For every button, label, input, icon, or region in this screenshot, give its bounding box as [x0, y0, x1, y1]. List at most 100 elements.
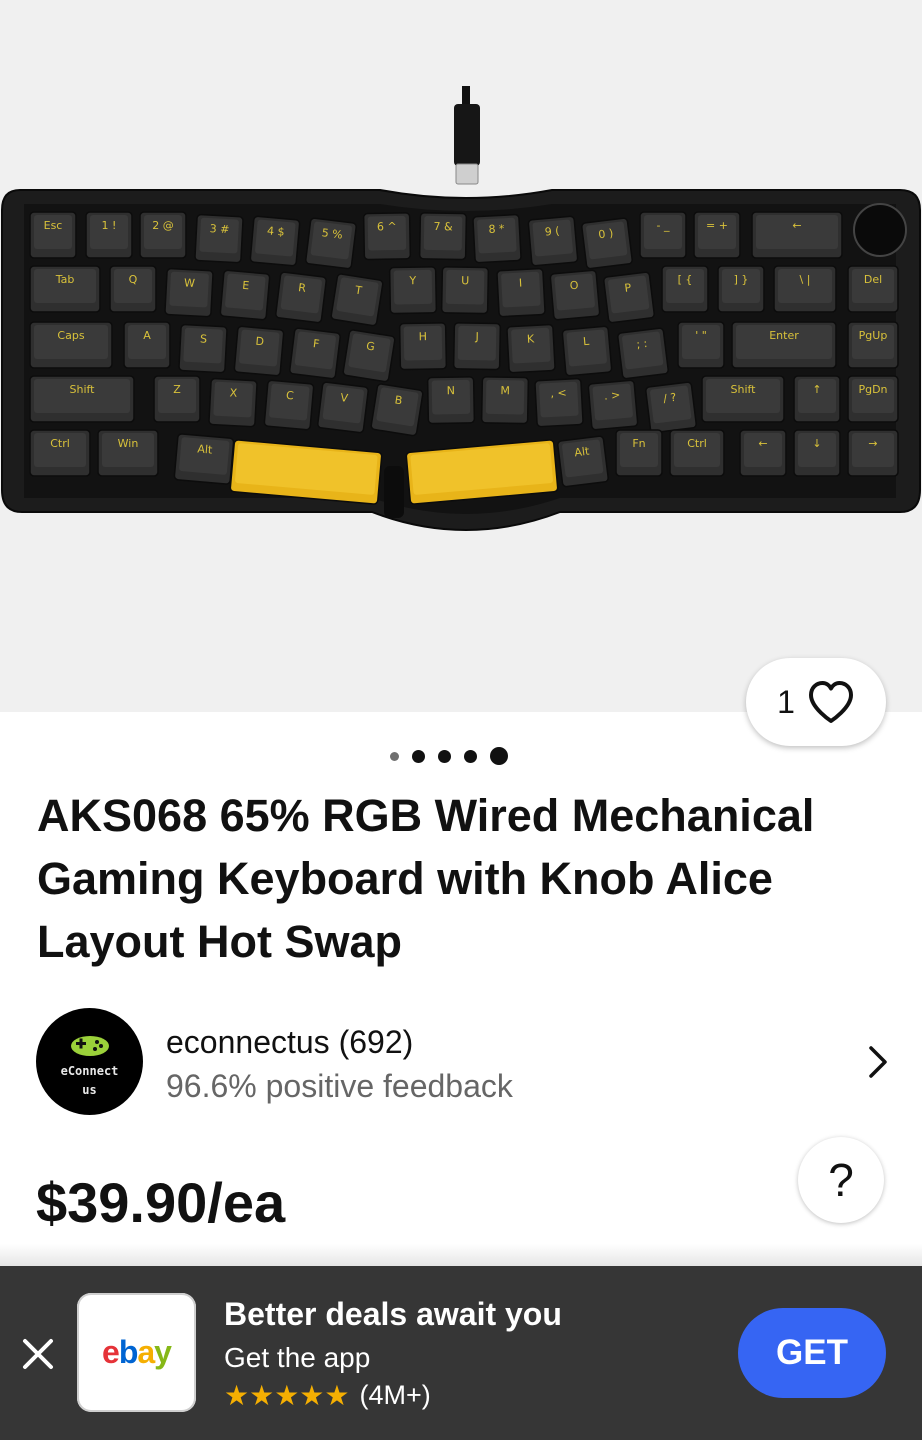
cable: [462, 86, 470, 106]
svg-text:S: S: [200, 332, 208, 345]
svg-text:D: D: [255, 335, 265, 349]
svg-text:/ ?: / ?: [663, 391, 678, 406]
keycap: I: [496, 267, 546, 318]
review-count: (4M+): [359, 1380, 431, 1410]
pagination-dot[interactable]: [390, 751, 399, 761]
svg-text:\ |: \ |: [800, 273, 811, 286]
keycap: ; :: [617, 327, 669, 380]
svg-text:I: I: [519, 277, 523, 290]
seller-info[interactable]: eConnect us econnectus (692) 96.6% posit…: [36, 1008, 896, 1116]
question-icon: ?: [828, 1154, 854, 1206]
svg-text:→: →: [868, 437, 877, 450]
keycap: \ |: [773, 265, 837, 313]
help-button[interactable]: ?: [798, 1137, 884, 1223]
keycap: W: [164, 267, 214, 318]
keycap: 5 %: [305, 217, 357, 270]
keycap: 8 *: [472, 213, 522, 264]
keycap: PgUp: [847, 321, 899, 369]
keycap: H: [398, 322, 448, 371]
keycap: ' ": [677, 321, 725, 369]
svg-text:Win: Win: [118, 437, 139, 450]
svg-text:Z: Z: [173, 383, 181, 396]
price: $39.90/ea: [36, 1171, 286, 1234]
keycap: Fn: [615, 429, 663, 477]
heart-icon: [808, 681, 853, 723]
keycap: →: [847, 429, 899, 477]
svg-text:↑: ↑: [812, 383, 821, 396]
keycap: ←: [739, 429, 787, 477]
cable-plug: [454, 104, 480, 166]
keycap: O: [549, 269, 601, 321]
seller-avatar: eConnect us: [36, 1008, 143, 1115]
app-rating: ★★★★★ (4M+): [224, 1380, 431, 1411]
svg-text:N: N: [447, 384, 455, 397]
watch-button[interactable]: 1: [746, 658, 886, 746]
seller-name[interactable]: econnectus (692): [166, 1024, 413, 1061]
svg-text:- _: - _: [657, 219, 670, 232]
svg-text:←: ←: [792, 219, 801, 232]
seller-feedback: 96.6% positive feedback: [166, 1068, 513, 1104]
svg-text:Enter: Enter: [769, 329, 799, 342]
svg-text:] }: ] }: [734, 273, 749, 286]
avatar-label: us: [82, 1083, 97, 1097]
svg-text:C: C: [285, 389, 294, 403]
svg-text:Alt: Alt: [197, 442, 214, 456]
divider-shadow: [0, 1244, 922, 1268]
logo-letter: b: [118, 1334, 139, 1370]
pagination-dot[interactable]: [412, 749, 425, 763]
pagination-dot[interactable]: [464, 749, 477, 763]
svg-text:J: J: [474, 330, 478, 343]
close-icon[interactable]: [18, 1334, 58, 1374]
keycap: M: [480, 376, 530, 425]
keycap: [ {: [661, 265, 709, 313]
keycap: Shift: [701, 375, 785, 423]
svg-text:Ctrl: Ctrl: [687, 437, 707, 450]
keycap: Y: [388, 266, 438, 315]
svg-text:E: E: [242, 279, 250, 293]
svg-text:O: O: [569, 279, 579, 293]
svg-text:7 &: 7 &: [434, 220, 454, 233]
ebay-app-icon: ebay: [77, 1293, 196, 1412]
keycap: . >: [587, 379, 639, 431]
keycap: ↓: [793, 429, 841, 477]
chevron-right-icon[interactable]: [866, 1044, 890, 1080]
get-app-button[interactable]: GET: [738, 1308, 886, 1398]
svg-text:M: M: [500, 384, 510, 397]
svg-text:Y: Y: [408, 274, 416, 287]
svg-text:' ": ' ": [695, 329, 707, 342]
keycap: Caps: [29, 321, 113, 369]
svg-text:4 $: 4 $: [267, 224, 286, 238]
keycap: P: [603, 271, 655, 324]
keycap: E: [219, 269, 271, 321]
product-image-gallery[interactable]: Esc 1 ! 2 @ 3 # 4 $ 5 % 6 ^ 7 & 8 * 9 (0 ) - _ = + ←…: [0, 0, 922, 712]
svg-text:= +: = +: [706, 219, 728, 232]
keycap: L: [561, 325, 613, 377]
svg-text:Tab: Tab: [55, 273, 75, 286]
keycap: 0 ): [581, 217, 633, 270]
svg-text:Q: Q: [129, 273, 138, 286]
keycap: ] }: [717, 265, 765, 313]
svg-text:H: H: [419, 330, 428, 343]
gamepad-icon: [71, 1036, 109, 1056]
keycap: PgDn: [847, 375, 899, 423]
app-promo-banner: ebay Better deals await you Get the app …: [0, 1266, 922, 1440]
keyboard-product-image: Esc 1 ! 2 @ 3 # 4 $ 5 % 6 ^ 7 & 8 * 9 (0 ) - _ = + ←…: [0, 86, 921, 531]
keycap: U: [440, 266, 490, 315]
banner-subtitle: Get the app: [224, 1342, 371, 1373]
svg-text:5 %: 5 %: [321, 226, 343, 241]
svg-text:Caps: Caps: [57, 329, 84, 342]
keycap: 4 $: [249, 215, 301, 267]
keycap: , <: [534, 377, 584, 428]
logo-letter: e: [102, 1334, 120, 1370]
svg-text:; :: ; :: [636, 337, 648, 351]
keycap: T: [330, 273, 384, 327]
keycap: Q: [109, 265, 157, 313]
keycap: Alt: [173, 433, 235, 485]
pagination-dot[interactable]: [438, 749, 451, 763]
keycap: R: [275, 271, 327, 324]
pagination-dot-active[interactable]: [490, 747, 508, 765]
svg-text:↓: ↓: [812, 437, 821, 450]
svg-text:Del: Del: [864, 273, 882, 286]
logo-letter: a: [137, 1334, 155, 1370]
svg-text:Fn: Fn: [632, 437, 645, 450]
